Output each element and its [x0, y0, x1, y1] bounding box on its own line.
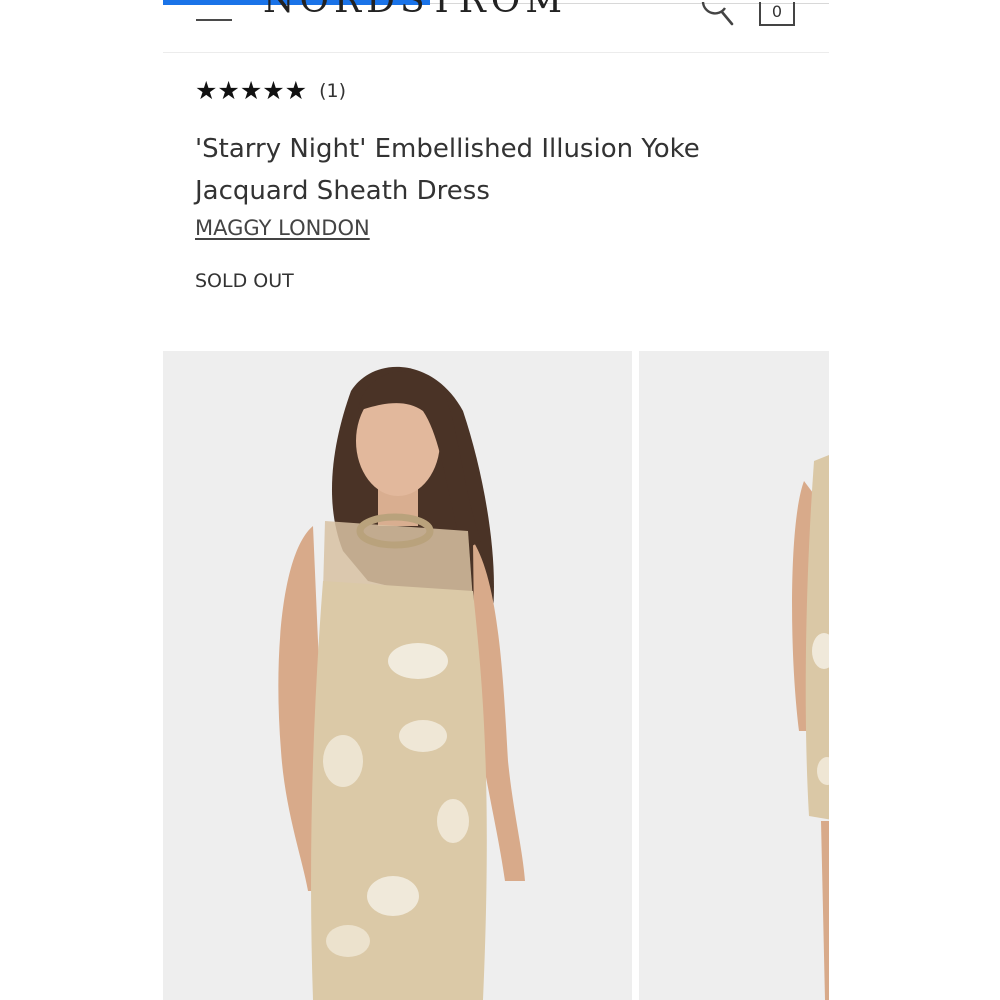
- review-count: (1): [319, 80, 346, 102]
- product-title: 'Starry Night' Embellished Illusion Yoke…: [195, 134, 700, 206]
- product-photo-front[interactable]: [163, 351, 632, 1000]
- shopping-bag-button[interactable]: 0: [759, 2, 795, 26]
- product-page: NORDSTROM 0 ★★★★★ (1) 'Starry Night' Emb…: [163, 0, 829, 1000]
- product-photo-side[interactable]: [639, 351, 829, 1000]
- availability-status: SOLD OUT: [195, 270, 294, 292]
- bag-count: 0: [771, 2, 783, 21]
- search-button[interactable]: [699, 0, 739, 30]
- nordstrom-logo[interactable]: NORDSTROM: [263, 0, 567, 21]
- site-header: NORDSTROM 0: [163, 0, 829, 53]
- product-rating[interactable]: ★★★★★ (1): [195, 76, 346, 106]
- menu-button[interactable]: [196, 4, 232, 22]
- brand-link[interactable]: MAGGY LONDON: [195, 216, 370, 240]
- search-icon: [701, 1, 734, 26]
- rating-stars-icon: ★★★★★: [195, 76, 308, 105]
- product-image-gallery[interactable]: [163, 351, 829, 1000]
